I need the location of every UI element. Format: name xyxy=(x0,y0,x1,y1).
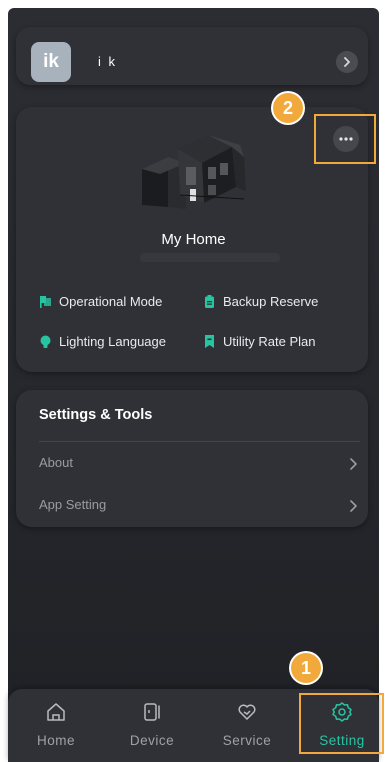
chevron-right-icon[interactable] xyxy=(348,499,358,513)
highlight-box-setting xyxy=(299,693,384,754)
username: i k xyxy=(98,54,117,69)
settings-item-about[interactable]: About xyxy=(39,455,73,470)
feature-backup-reserve[interactable]: Backup Reserve xyxy=(203,294,318,309)
avatar-initials: ik xyxy=(43,51,59,72)
settings-title: Settings & Tools xyxy=(39,407,153,423)
bookmark-icon xyxy=(205,335,214,348)
feature-label: Operational Mode xyxy=(59,294,163,309)
tab-device[interactable]: Device xyxy=(112,701,192,748)
home-icon xyxy=(47,703,65,721)
tab-label: Service xyxy=(222,733,272,748)
tab-label: Device xyxy=(129,733,175,748)
house-illustration xyxy=(142,135,246,209)
flag-icon xyxy=(40,296,51,308)
feature-operational-mode[interactable]: Operational Mode xyxy=(39,294,162,309)
feature-utility-rate-plan[interactable]: Utility Rate Plan xyxy=(203,334,315,349)
tab-home[interactable]: Home xyxy=(16,701,96,748)
feature-label: Utility Rate Plan xyxy=(223,334,316,349)
step-marker-1: 1 xyxy=(291,653,321,683)
home-subtitle-placeholder xyxy=(140,253,280,262)
device-icon xyxy=(144,703,160,721)
step-marker-2: 2 xyxy=(273,93,303,123)
feature-label: Lighting Language xyxy=(59,334,166,349)
feature-lighting-language[interactable]: Lighting Language xyxy=(39,334,166,349)
avatar: ik xyxy=(31,42,71,82)
profile-chevron-right-icon[interactable] xyxy=(336,51,358,73)
service-icon xyxy=(238,704,256,720)
chevron-right-icon[interactable] xyxy=(348,457,358,471)
highlight-box-more xyxy=(314,114,376,164)
feature-label: Backup Reserve xyxy=(223,294,319,309)
bulb-icon xyxy=(40,335,51,348)
settings-item-app-setting[interactable]: App Setting xyxy=(39,497,106,512)
battery-icon xyxy=(205,295,214,308)
divider xyxy=(39,441,360,442)
tab-label: Home xyxy=(36,733,75,748)
tab-service[interactable]: Service xyxy=(207,701,287,748)
home-title: My Home xyxy=(161,231,226,248)
